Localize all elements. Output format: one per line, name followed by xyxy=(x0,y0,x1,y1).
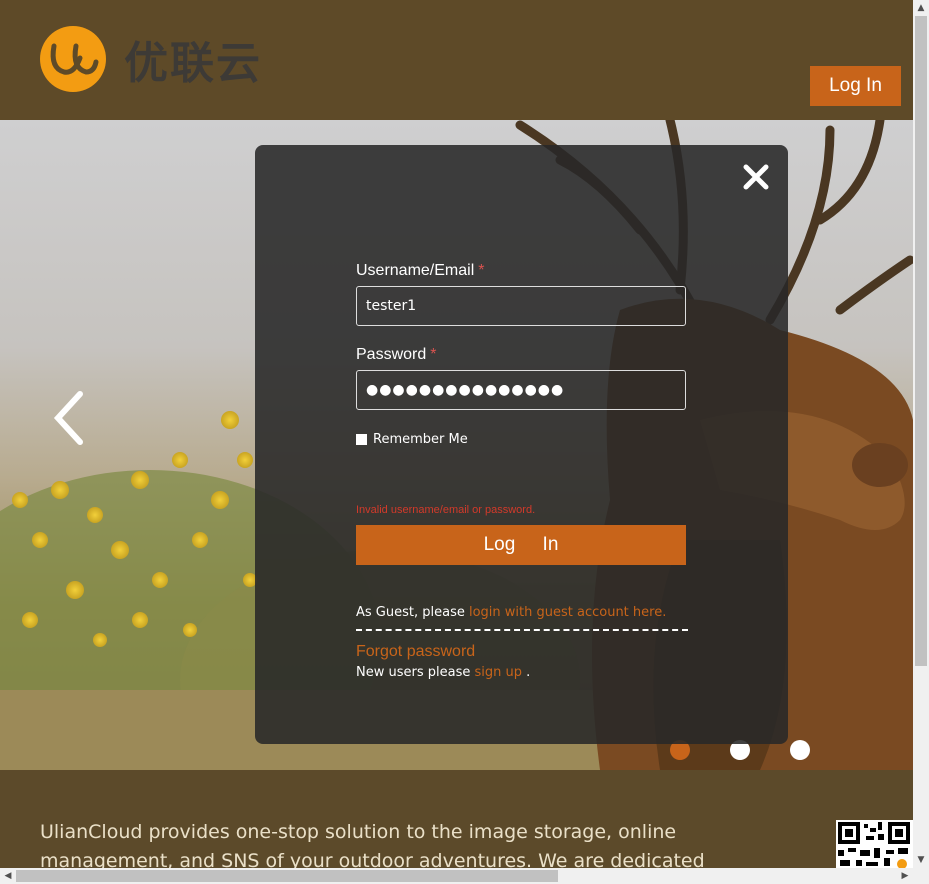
password-label: Password * xyxy=(356,346,686,364)
scroll-right-arrow-icon[interactable]: ▶ xyxy=(897,868,913,884)
logo[interactable]: 优联云 xyxy=(40,26,262,92)
guest-prefix: As Guest, please xyxy=(356,605,465,620)
username-input[interactable]: tester1 xyxy=(356,286,686,326)
logo-text: 优联云 xyxy=(124,38,262,89)
vertical-scroll-thumb[interactable] xyxy=(915,16,927,666)
remember-me-label: Remember Me xyxy=(373,432,468,447)
divider xyxy=(356,629,688,631)
username-label: Username/Email * xyxy=(356,262,686,280)
new-users-line: New users please sign up . xyxy=(356,665,686,680)
scroll-down-arrow-icon[interactable]: ▼ xyxy=(913,852,929,868)
required-mark: * xyxy=(430,346,437,363)
site-header: 优联云 Log In xyxy=(0,0,913,120)
logo-mark-icon xyxy=(40,26,106,92)
remember-me[interactable]: Remember Me xyxy=(356,432,686,447)
carousel-prev-arrow-icon[interactable] xyxy=(50,390,86,446)
login-submit-button[interactable]: Log In xyxy=(356,525,686,565)
password-label-text: Password xyxy=(356,346,427,363)
qr-code-icon xyxy=(836,820,913,868)
login-form: Username/Email * tester1 Password * ●●●●●●… xyxy=(356,262,688,680)
username-label-text: Username/Email xyxy=(356,262,475,279)
close-icon[interactable] xyxy=(742,163,770,191)
scroll-left-arrow-icon[interactable]: ◀ xyxy=(0,868,16,884)
guest-login-line: As Guest, please login with guest accoun… xyxy=(356,605,686,620)
header-login-button[interactable]: Log In xyxy=(810,66,901,106)
horizontal-scroll-thumb[interactable] xyxy=(16,870,558,882)
remember-me-checkbox[interactable] xyxy=(356,434,367,445)
guest-login-link[interactable]: login with guest account here. xyxy=(469,605,666,620)
signup-link[interactable]: sign up xyxy=(475,665,523,680)
required-mark: * xyxy=(478,262,485,279)
login-modal: Username/Email * tester1 Password * ●●●●●●… xyxy=(255,145,788,744)
carousel-dot-3[interactable] xyxy=(790,740,810,760)
new-users-suffix: . xyxy=(526,665,531,680)
error-message: Invalid username/email or password. xyxy=(356,504,536,516)
forgot-password-link[interactable]: Forgot password xyxy=(356,643,686,661)
new-users-prefix: New users please xyxy=(356,665,471,680)
password-input[interactable]: ●●●●●●●●●●●●●●● xyxy=(356,370,686,410)
scroll-up-arrow-icon[interactable]: ▲ xyxy=(913,0,929,16)
